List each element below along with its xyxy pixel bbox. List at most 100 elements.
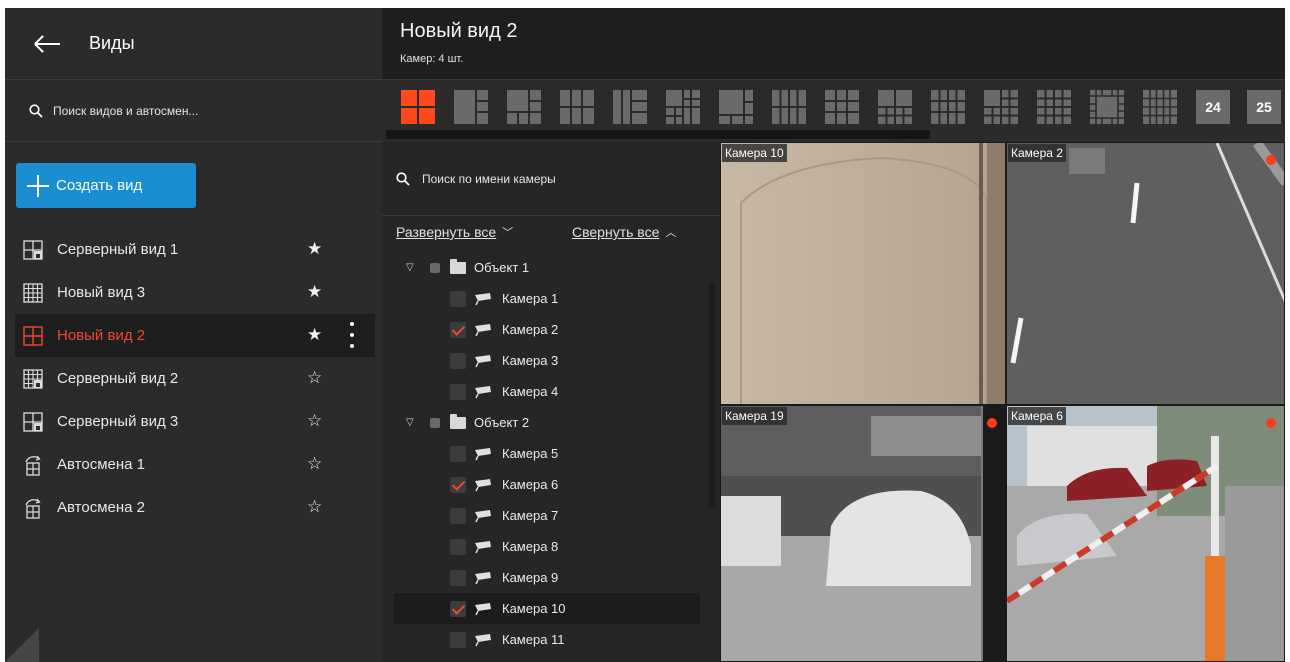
tree-object-row[interactable]: ▽ Объект 1 (394, 252, 700, 283)
view-item-server-2[interactable]: Серверный вид 2 ☆ (15, 357, 375, 400)
layout-2x4-button[interactable] (772, 90, 806, 124)
camera-label: Камера 2 (502, 322, 559, 337)
tree-camera-row[interactable]: Камера 9 (394, 562, 700, 593)
camera-checkbox[interactable] (450, 600, 466, 617)
camera-icon (475, 354, 491, 367)
resize-corner[interactable] (5, 628, 39, 662)
layout-2plus4-icon (613, 90, 647, 124)
camera-label: Камера 7 (502, 508, 559, 523)
partial-checkbox[interactable] (430, 262, 440, 273)
view-title: Новый вид 2 (400, 20, 518, 42)
layout-2x2-button[interactable] (401, 90, 435, 124)
partial-checkbox[interactable] (430, 417, 440, 428)
create-view-button[interactable]: Создать вид (16, 163, 196, 208)
layout-1plus5-button[interactable] (507, 90, 541, 124)
views-search-input[interactable]: Поиск видов и автосмен... (5, 80, 382, 142)
plus-icon (27, 174, 49, 197)
layout-3x3-button[interactable] (825, 90, 859, 124)
tree-scrollbar[interactable] (709, 282, 715, 507)
chevron-down-icon[interactable]: ▽ (406, 262, 420, 273)
expand-all-link[interactable]: Развернуть все ﹀ (396, 224, 513, 240)
camera-checkbox[interactable] (450, 352, 466, 369)
layout-1plus8-button[interactable] (719, 90, 753, 124)
star-filled-icon[interactable]: ★ (307, 326, 322, 344)
view-item-auto-2[interactable]: Автосмена 2 ☆ (15, 486, 375, 529)
layout-3x4-button[interactable] (931, 90, 965, 124)
tree-camera-row[interactable]: Камера 10 (394, 593, 700, 624)
tree-camera-row[interactable]: Камера 1 (394, 283, 700, 314)
camera-tile[interactable]: Камера 19 (720, 405, 1006, 662)
tree-camera-row[interactable]: Камера 3 (394, 345, 700, 376)
layout-25-button[interactable]: 25 (1247, 90, 1281, 124)
star-filled-icon[interactable]: ★ (307, 240, 322, 258)
star-outline-icon[interactable]: ☆ (307, 498, 322, 516)
recording-indicator (987, 418, 997, 428)
view-item-new-3[interactable]: Новый вид 3 ★ (15, 271, 375, 314)
layout-1plus3-button[interactable] (454, 90, 488, 124)
camera-label: Камера 11 (502, 632, 565, 647)
star-outline-icon[interactable]: ☆ (307, 455, 322, 473)
camera-checkbox[interactable] (450, 383, 466, 400)
star-outline-icon[interactable]: ☆ (307, 369, 322, 387)
back-button[interactable] (19, 16, 75, 72)
tree-camera-row[interactable]: Камера 4 (394, 376, 700, 407)
arrow-left-icon (34, 34, 60, 53)
expand-collapse-row: Развернуть все ﹀ Свернуть все ︿ (396, 224, 706, 244)
camera-tile[interactable]: Камера 10 (720, 142, 1006, 405)
layout-2x4-icon (772, 90, 806, 124)
more-options-icon[interactable] (347, 322, 357, 348)
view-item-server-3[interactable]: Серверный вид 3 ☆ (15, 400, 375, 443)
view-item-new-2[interactable]: Новый вид 2 ★ (15, 314, 375, 357)
tree-camera-row[interactable]: Камера 6 (394, 469, 700, 500)
camera-tile[interactable]: Камера 6 (1006, 405, 1285, 662)
star-filled-icon[interactable]: ★ (307, 283, 322, 301)
layout-2plus4-button[interactable] (613, 90, 647, 124)
camera-checkbox[interactable] (450, 321, 466, 338)
layout-4x5-button[interactable] (1143, 90, 1177, 124)
layout-center-button[interactable] (1090, 90, 1124, 124)
views-list: Серверный вид 1 ★ Новый вид 3 ★ Новый ви… (15, 228, 375, 529)
camera-icon (475, 633, 491, 646)
view-item-auto-1[interactable]: Автосмена 1 ☆ (15, 443, 375, 486)
collapse-all-link[interactable]: Свернуть все ︿ (572, 224, 676, 240)
camera-icon (475, 602, 491, 615)
camera-feed-street (721, 406, 1005, 661)
auto-switch-icon (25, 498, 41, 519)
camera-tile[interactable]: Камера 2 (1006, 142, 1285, 405)
view-item-server-1[interactable]: Серверный вид 1 ★ (15, 228, 375, 271)
layout-1plus7-icon (666, 90, 700, 124)
camera-tile-label: Камера 2 (1008, 144, 1066, 162)
layout-scrollbar[interactable] (386, 130, 930, 139)
camera-label: Камера 9 (502, 570, 559, 585)
layout-1plus7-button[interactable] (666, 90, 700, 124)
layout-4x4-icon (1037, 90, 1071, 124)
layout-4x4-button[interactable] (1037, 90, 1071, 124)
server-grid-layout-icon (23, 368, 43, 389)
layout-24-button[interactable]: 24 (1196, 90, 1230, 124)
tree-camera-row[interactable]: Камера 7 (394, 500, 700, 531)
layout-1plus5-icon (507, 90, 541, 124)
camera-search-input[interactable]: Поиск по имени камеры (382, 142, 720, 216)
layout-2x3-button[interactable] (560, 90, 594, 124)
tree-camera-row[interactable]: Камера 5 (394, 438, 700, 469)
camera-checkbox[interactable] (450, 538, 466, 555)
camera-checkbox[interactable] (450, 445, 466, 462)
view-item-label: Автосмена 2 (57, 499, 145, 516)
camera-icon (475, 385, 491, 398)
camera-checkbox[interactable] (450, 507, 466, 524)
camera-checkbox[interactable] (450, 290, 466, 307)
tree-camera-row[interactable]: Камера 11 (394, 624, 700, 655)
layout-1plus12-button[interactable] (984, 90, 1018, 124)
camera-checkbox[interactable] (450, 569, 466, 586)
camera-tile-label: Камера 19 (722, 407, 787, 425)
star-outline-icon[interactable]: ☆ (307, 412, 322, 430)
camera-checkbox[interactable] (450, 476, 466, 493)
camera-checkbox[interactable] (450, 631, 466, 648)
tree-camera-row[interactable]: Камера 2 (394, 314, 700, 345)
folder-icon (450, 413, 466, 429)
layout-2plus8-button[interactable] (878, 90, 912, 124)
tree-object-row[interactable]: ▽ Объект 2 (394, 407, 700, 438)
chevron-down-icon[interactable]: ▽ (406, 417, 420, 428)
server-layout-icon (23, 239, 43, 260)
tree-camera-row[interactable]: Камера 8 (394, 531, 700, 562)
